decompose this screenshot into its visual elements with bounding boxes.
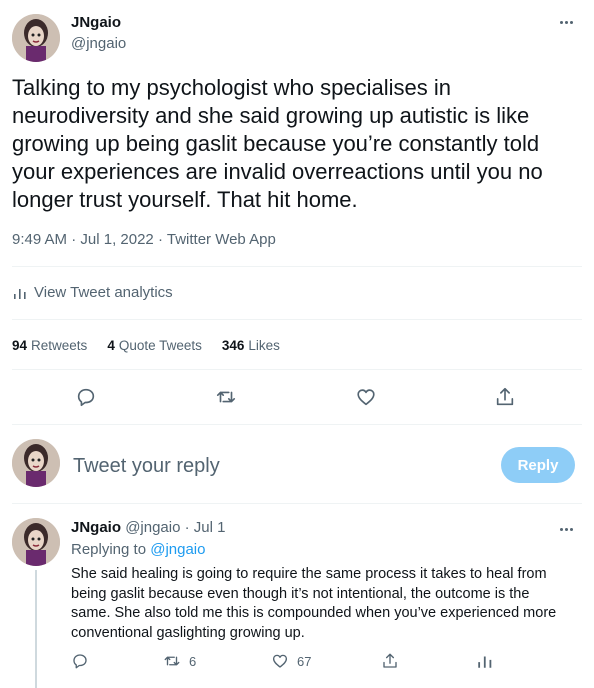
replying-prefix: Replying to [71,541,147,558]
analytics-label: View Tweet analytics [34,284,173,301]
analytics-icon [478,656,492,668]
author-name[interactable]: JNgaio [71,14,121,31]
thread-line [35,570,37,688]
quotes-label: Quote Tweets [118,338,202,353]
retweet-icon [216,391,236,403]
reply-icon [77,388,95,407]
author-avatar[interactable] [12,14,60,62]
reply-date[interactable]: Jul 1 [194,519,226,536]
reply-analytics-button[interactable] [476,652,494,670]
replying-to-link[interactable]: @jngaio [150,541,205,558]
tweet-stats: 94 Retweets 4 Quote Tweets 346 Likes [12,338,280,353]
retweet-button[interactable] [212,383,240,411]
reply-share-button[interactable] [381,652,399,670]
reply-author-avatar[interactable] [12,518,60,566]
view-analytics-link[interactable]: View Tweet analytics [12,284,173,301]
tweet-actions [12,383,582,413]
reply-retweet-button[interactable]: 6 [163,652,196,670]
share-button[interactable] [491,383,519,411]
quotes-count: 4 [107,338,115,353]
tweet-page: JNgaio @jngaio Talking to my psychologis… [0,0,594,688]
tweet-time[interactable]: 9:49 AM [12,231,67,248]
reply-like-count: 67 [297,653,312,669]
retweets-count: 94 [12,338,28,353]
reply-submit-button[interactable]: Reply [501,447,575,483]
reply-author-name[interactable]: JNgaio [71,519,121,536]
reply-like-button[interactable]: 67 [271,652,311,670]
retweets-stat[interactable]: 94 Retweets [12,338,87,353]
reply-more-icon[interactable] [554,521,578,537]
reply-button[interactable] [72,383,100,411]
reply-reply-button[interactable] [71,652,89,670]
divider [12,424,582,425]
divider [12,369,582,370]
user-avatar[interactable] [12,439,60,487]
more-icon[interactable] [554,14,578,30]
quotes-stat[interactable]: 4 Quote Tweets [107,338,202,353]
replying-to: Replying to @jngaio [71,541,205,558]
likes-label: Likes [248,338,280,353]
heart-icon [357,389,375,406]
divider [12,319,582,320]
tweet-date[interactable]: Jul 1, 2022 [80,231,153,248]
like-button[interactable] [352,383,380,411]
tweet-text: Talking to my psychologist who specialis… [12,75,543,212]
reply-header: JNgaio @jngaio · Jul 1 [71,519,226,536]
retweet-icon [164,656,180,666]
retweets-label: Retweets [31,338,88,353]
likes-stat[interactable]: 346 Likes [222,338,280,353]
reply-icon [73,654,87,669]
divider [12,266,582,267]
tweet-meta: 9:49 AM · Jul 1, 2022 · Twitter Web App [12,231,276,248]
reply-retweet-count: 6 [189,653,197,669]
heart-icon [272,654,288,668]
reply-input[interactable]: Tweet your reply [73,455,220,478]
share-icon [496,387,514,406]
analytics-icon [14,288,26,299]
share-icon [383,653,397,668]
reply-actions: 6 67 [71,652,511,676]
likes-count: 346 [221,338,245,353]
tweet-source[interactable]: Twitter Web App [167,231,276,248]
author-handle[interactable]: @jngaio [71,35,126,52]
reply-text: She said healing is going to require the… [71,566,557,641]
reply-author-handle[interactable]: @jngaio [125,519,180,536]
divider [12,503,582,504]
